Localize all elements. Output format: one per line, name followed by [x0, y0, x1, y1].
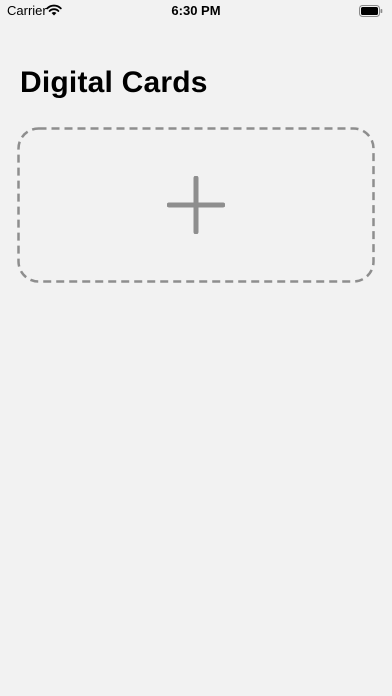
- battery-icon: [359, 4, 383, 17]
- add-card-button[interactable]: [17, 127, 375, 283]
- page-title: Digital Cards: [20, 66, 208, 99]
- plus-icon: [167, 176, 225, 234]
- clock-time: 6:30 PM: [171, 3, 221, 18]
- status-bar: Carrier 6:30 PM: [0, 0, 392, 22]
